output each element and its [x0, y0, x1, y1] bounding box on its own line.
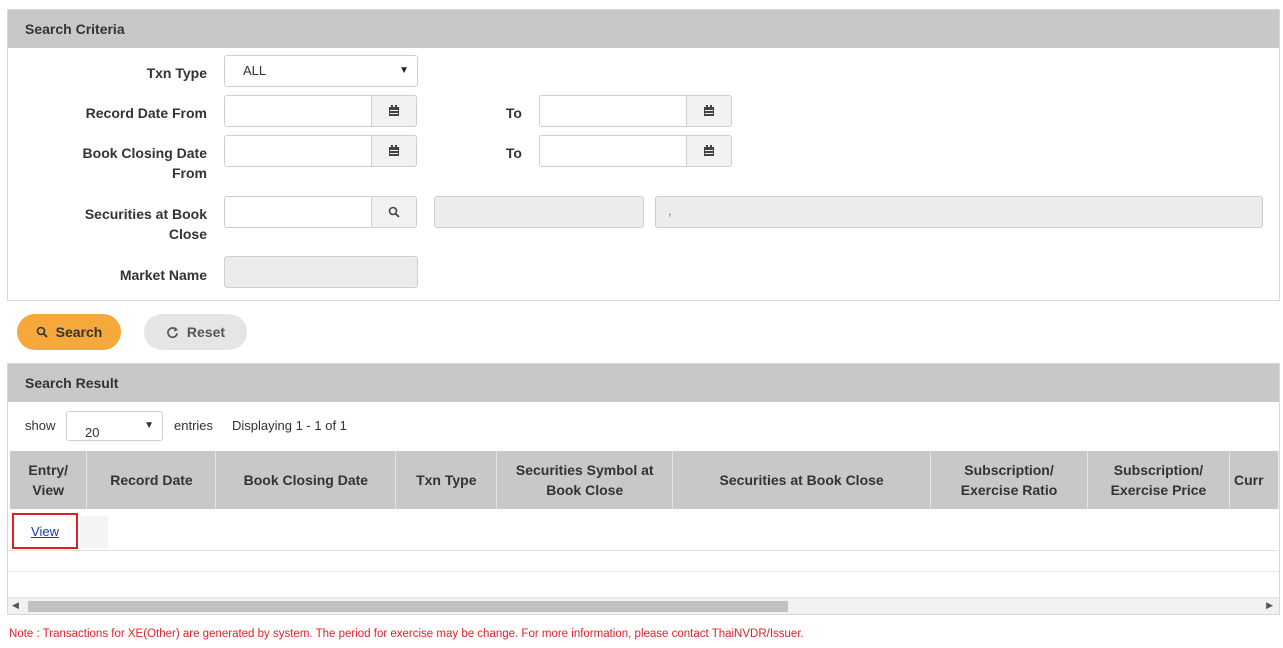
securities-search-button[interactable]: [371, 196, 417, 228]
book-closing-to-input[interactable]: [539, 135, 687, 167]
market-name-readonly: [224, 256, 418, 288]
txn-type-select[interactable]: ALL ▼: [224, 55, 418, 87]
entries-label: entries: [174, 418, 214, 433]
show-label: show: [25, 418, 56, 433]
chevron-down-icon: ▼: [399, 65, 409, 76]
calendar-icon: [704, 145, 714, 156]
scroll-right-arrow-icon[interactable]: ▶: [1266, 600, 1273, 611]
securities-symbol-readonly: [434, 196, 644, 228]
scrollbar-thumb[interactable]: [28, 601, 788, 612]
securities-name-readonly: ,: [655, 196, 1263, 228]
table-header-row: Entry/ View Record Date Book Closing Dat…: [10, 451, 1280, 509]
chevron-down-icon: ▼: [144, 420, 154, 431]
col-securities-at-book-close[interactable]: Securities at Book Close: [672, 451, 932, 509]
refresh-icon: [167, 326, 178, 338]
record-date-to-input[interactable]: [539, 95, 687, 127]
col-securities-symbol[interactable]: Securities Symbol at Book Close: [496, 451, 674, 509]
record-date-from-label: Record Date From: [85, 105, 207, 121]
col-record-date[interactable]: Record Date: [86, 451, 217, 509]
view-link[interactable]: View: [31, 524, 59, 539]
securities-at-book-close-label: Securities at Book Close: [27, 204, 207, 244]
horizontal-scrollbar[interactable]: ◀ ▶: [8, 597, 1279, 614]
book-closing-to-label: To: [505, 145, 522, 161]
reset-button-label: Reset: [186, 324, 226, 340]
page-size-value: 20: [85, 425, 100, 440]
securities-label-line1: Securities at Book: [84, 206, 207, 222]
displaying-text: Displaying 1 - 1 of 1: [232, 418, 347, 433]
col-subscription-price[interactable]: Subscription/ Exercise Price: [1087, 451, 1230, 509]
row-divider: [8, 571, 1279, 572]
system-note: Note : Transactions for XE(Other) are ge…: [9, 628, 804, 640]
market-name-label: Market Name: [119, 267, 207, 283]
calendar-icon: [704, 105, 714, 116]
search-result-panel: Search Result show 20 ▼ entries Displayi…: [7, 363, 1280, 615]
book-closing-from-label-line2: From: [172, 165, 207, 181]
row-divider: [8, 550, 1279, 551]
search-icon: [36, 326, 48, 338]
search-button[interactable]: Search: [17, 314, 121, 350]
search-criteria-title: Search Criteria: [8, 10, 1279, 48]
search-result-title: Search Result: [8, 364, 1279, 402]
securities-input[interactable]: [224, 196, 372, 228]
book-closing-from-label: Book Closing Date From: [27, 143, 207, 183]
scroll-left-arrow-icon[interactable]: ◀: [12, 600, 19, 611]
col-currency[interactable]: Curr: [1229, 451, 1280, 509]
book-closing-to-calendar-button[interactable]: [686, 135, 732, 167]
search-icon: [388, 206, 400, 218]
col-book-closing-date[interactable]: Book Closing Date: [215, 451, 397, 509]
page-size-select[interactable]: 20 ▼: [66, 411, 163, 441]
record-date-to-calendar-button[interactable]: [686, 95, 732, 127]
table-row-cell: [80, 516, 108, 548]
search-criteria-panel: Search Criteria Txn Type ALL ▼ Record Da…: [7, 9, 1280, 301]
search-button-label: Search: [55, 324, 103, 340]
book-closing-from-label-line1: Book Closing Date: [82, 145, 207, 161]
securities-label-line2: Close: [168, 226, 207, 242]
col-entry-view[interactable]: Entry/ View: [10, 451, 88, 509]
reset-button[interactable]: Reset: [144, 314, 247, 350]
table-row: View: [12, 513, 78, 549]
txn-type-value: ALL: [243, 63, 267, 78]
col-subscription-ratio[interactable]: Subscription/ Exercise Ratio: [930, 451, 1088, 509]
results-table: Entry/ View Record Date Book Closing Dat…: [10, 451, 1280, 509]
txn-type-label: Txn Type: [146, 65, 207, 81]
pagination-controls: show 20 ▼ entries Displaying 1 - 1 of 1: [8, 411, 1279, 441]
col-txn-type[interactable]: Txn Type: [395, 451, 498, 509]
record-date-to-label: To: [505, 105, 522, 121]
